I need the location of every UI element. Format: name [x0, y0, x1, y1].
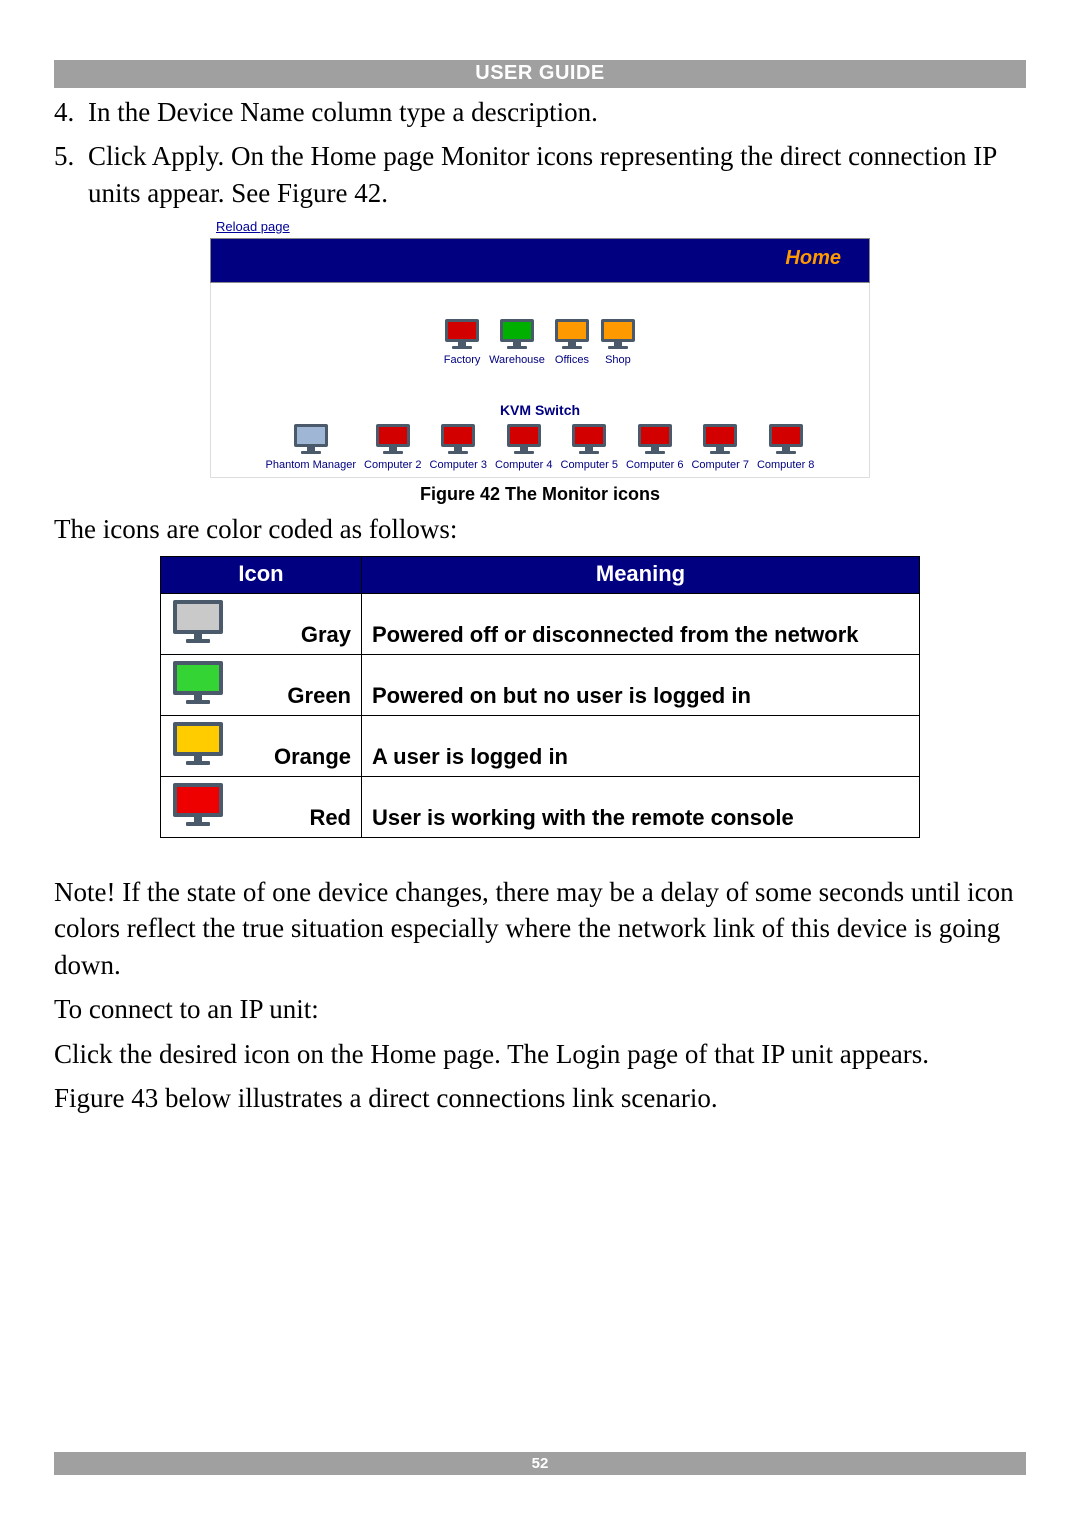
monitor-icon: [292, 422, 330, 457]
monitor-icon: [171, 598, 225, 648]
monitor-computer-2[interactable]: Computer 2: [360, 422, 425, 473]
legend-row-gray: Gray Powered off or disconnected from th…: [161, 593, 920, 654]
figure-42: Reload page Home Factory Warehouse Offic…: [210, 219, 870, 505]
monitor-icon: [701, 422, 739, 457]
monitor-label: Factory: [444, 354, 481, 366]
figure-42-caption: Figure 42 The Monitor icons: [210, 484, 870, 505]
monitor-label: Computer 5: [561, 459, 618, 471]
monitor-label: Computer 2: [364, 459, 421, 471]
monitor-icon: [498, 317, 536, 352]
monitor-label: Computer 4: [495, 459, 552, 471]
page-number: 52: [532, 1455, 549, 1472]
legend-color-label: Orange: [237, 744, 351, 770]
home-title-bar: Home: [210, 238, 870, 283]
home-label: Home: [785, 247, 841, 269]
step-text: Click Apply. On the Home page Monitor ic…: [88, 138, 1026, 211]
legend-meaning-cell: Powered on but no user is logged in: [362, 654, 920, 715]
legend-meaning-cell: A user is logged in: [362, 715, 920, 776]
legend-icon-cell: Red: [161, 776, 362, 837]
monitor-icon: [505, 422, 543, 457]
monitor-icon: [636, 422, 674, 457]
step-number: 5.: [54, 138, 88, 211]
step-number: 4.: [54, 94, 88, 130]
legend-row-orange: Orange A user is logged in: [161, 715, 920, 776]
monitor-phantom-manager[interactable]: Phantom Manager: [262, 422, 361, 473]
monitor-icon: [171, 659, 225, 709]
legend-meaning-cell: User is working with the remote console: [362, 776, 920, 837]
monitor-label: Computer 8: [757, 459, 814, 471]
monitor-icons-panel: Factory Warehouse Offices Shop KVM Switc…: [210, 283, 870, 478]
legend-header-meaning: Meaning: [362, 556, 920, 593]
ordered-steps: 4. In the Device Name column type a desc…: [54, 94, 1026, 211]
monitor-label: Computer 6: [626, 459, 683, 471]
monitor-icon: [171, 781, 225, 831]
monitor-icon: [439, 422, 477, 457]
legend-icon-cell: Gray: [161, 593, 362, 654]
monitor-icon: [599, 317, 637, 352]
monitor-label: Shop: [605, 354, 631, 366]
monitor-row-top: Factory Warehouse Offices Shop: [211, 317, 869, 368]
legend-meaning-cell: Powered off or disconnected from the net…: [362, 593, 920, 654]
legend-icon-cell: Orange: [161, 715, 362, 776]
kvm-switch-title: KVM Switch: [211, 402, 869, 418]
page-header: USER GUIDE: [54, 60, 1026, 88]
monitor-label: Computer 3: [430, 459, 487, 471]
monitor-icon: [570, 422, 608, 457]
monitor-icon: [553, 317, 591, 352]
monitor-computer-4[interactable]: Computer 4: [491, 422, 556, 473]
monitor-warehouse[interactable]: Warehouse: [485, 317, 549, 368]
color-code-intro: The icons are color coded as follows:: [54, 511, 1026, 547]
legend-row-green: Green Powered on but no user is logged i…: [161, 654, 920, 715]
click-instruction: Click the desired icon on the Home page.…: [54, 1036, 1026, 1072]
monitor-icon: [171, 720, 225, 770]
legend-color-label: Gray: [237, 622, 351, 648]
monitor-icon: [374, 422, 412, 457]
monitor-computer-6[interactable]: Computer 6: [622, 422, 687, 473]
monitor-label: Offices: [555, 354, 589, 366]
monitor-computer-3[interactable]: Computer 3: [426, 422, 491, 473]
page-footer: 52: [54, 1452, 1026, 1475]
legend-color-label: Red: [237, 805, 351, 831]
step-4: 4. In the Device Name column type a desc…: [54, 94, 1026, 130]
monitor-icon: [767, 422, 805, 457]
monitor-computer-5[interactable]: Computer 5: [557, 422, 622, 473]
step-5: 5. Click Apply. On the Home page Monitor…: [54, 138, 1026, 211]
monitor-label: Phantom Manager: [266, 459, 357, 471]
connect-heading: To connect to an IP unit:: [54, 991, 1026, 1027]
monitor-shop[interactable]: Shop: [595, 317, 641, 368]
step-text: In the Device Name column type a descrip…: [88, 94, 1026, 130]
monitor-label: Warehouse: [489, 354, 545, 366]
legend-color-label: Green: [237, 683, 351, 709]
note-paragraph: Note! If the state of one device changes…: [54, 874, 1026, 983]
legend-icon-cell: Green: [161, 654, 362, 715]
monitor-row-bottom: Phantom Manager Computer 2 Computer 3 Co…: [211, 422, 869, 473]
monitor-computer-8[interactable]: Computer 8: [753, 422, 818, 473]
monitor-computer-7[interactable]: Computer 7: [687, 422, 752, 473]
reload-page-link[interactable]: Reload page: [216, 219, 870, 234]
monitor-factory[interactable]: Factory: [439, 317, 485, 368]
monitor-label: Computer 7: [691, 459, 748, 471]
legend-header-icon: Icon: [161, 556, 362, 593]
figure-43-ref: Figure 43 below illustrates a direct con…: [54, 1080, 1026, 1116]
monitor-icon: [443, 317, 481, 352]
legend-row-red: Red User is working with the remote cons…: [161, 776, 920, 837]
icon-legend-table: Icon Meaning Gray Powered off or disconn…: [160, 556, 920, 838]
monitor-offices[interactable]: Offices: [549, 317, 595, 368]
